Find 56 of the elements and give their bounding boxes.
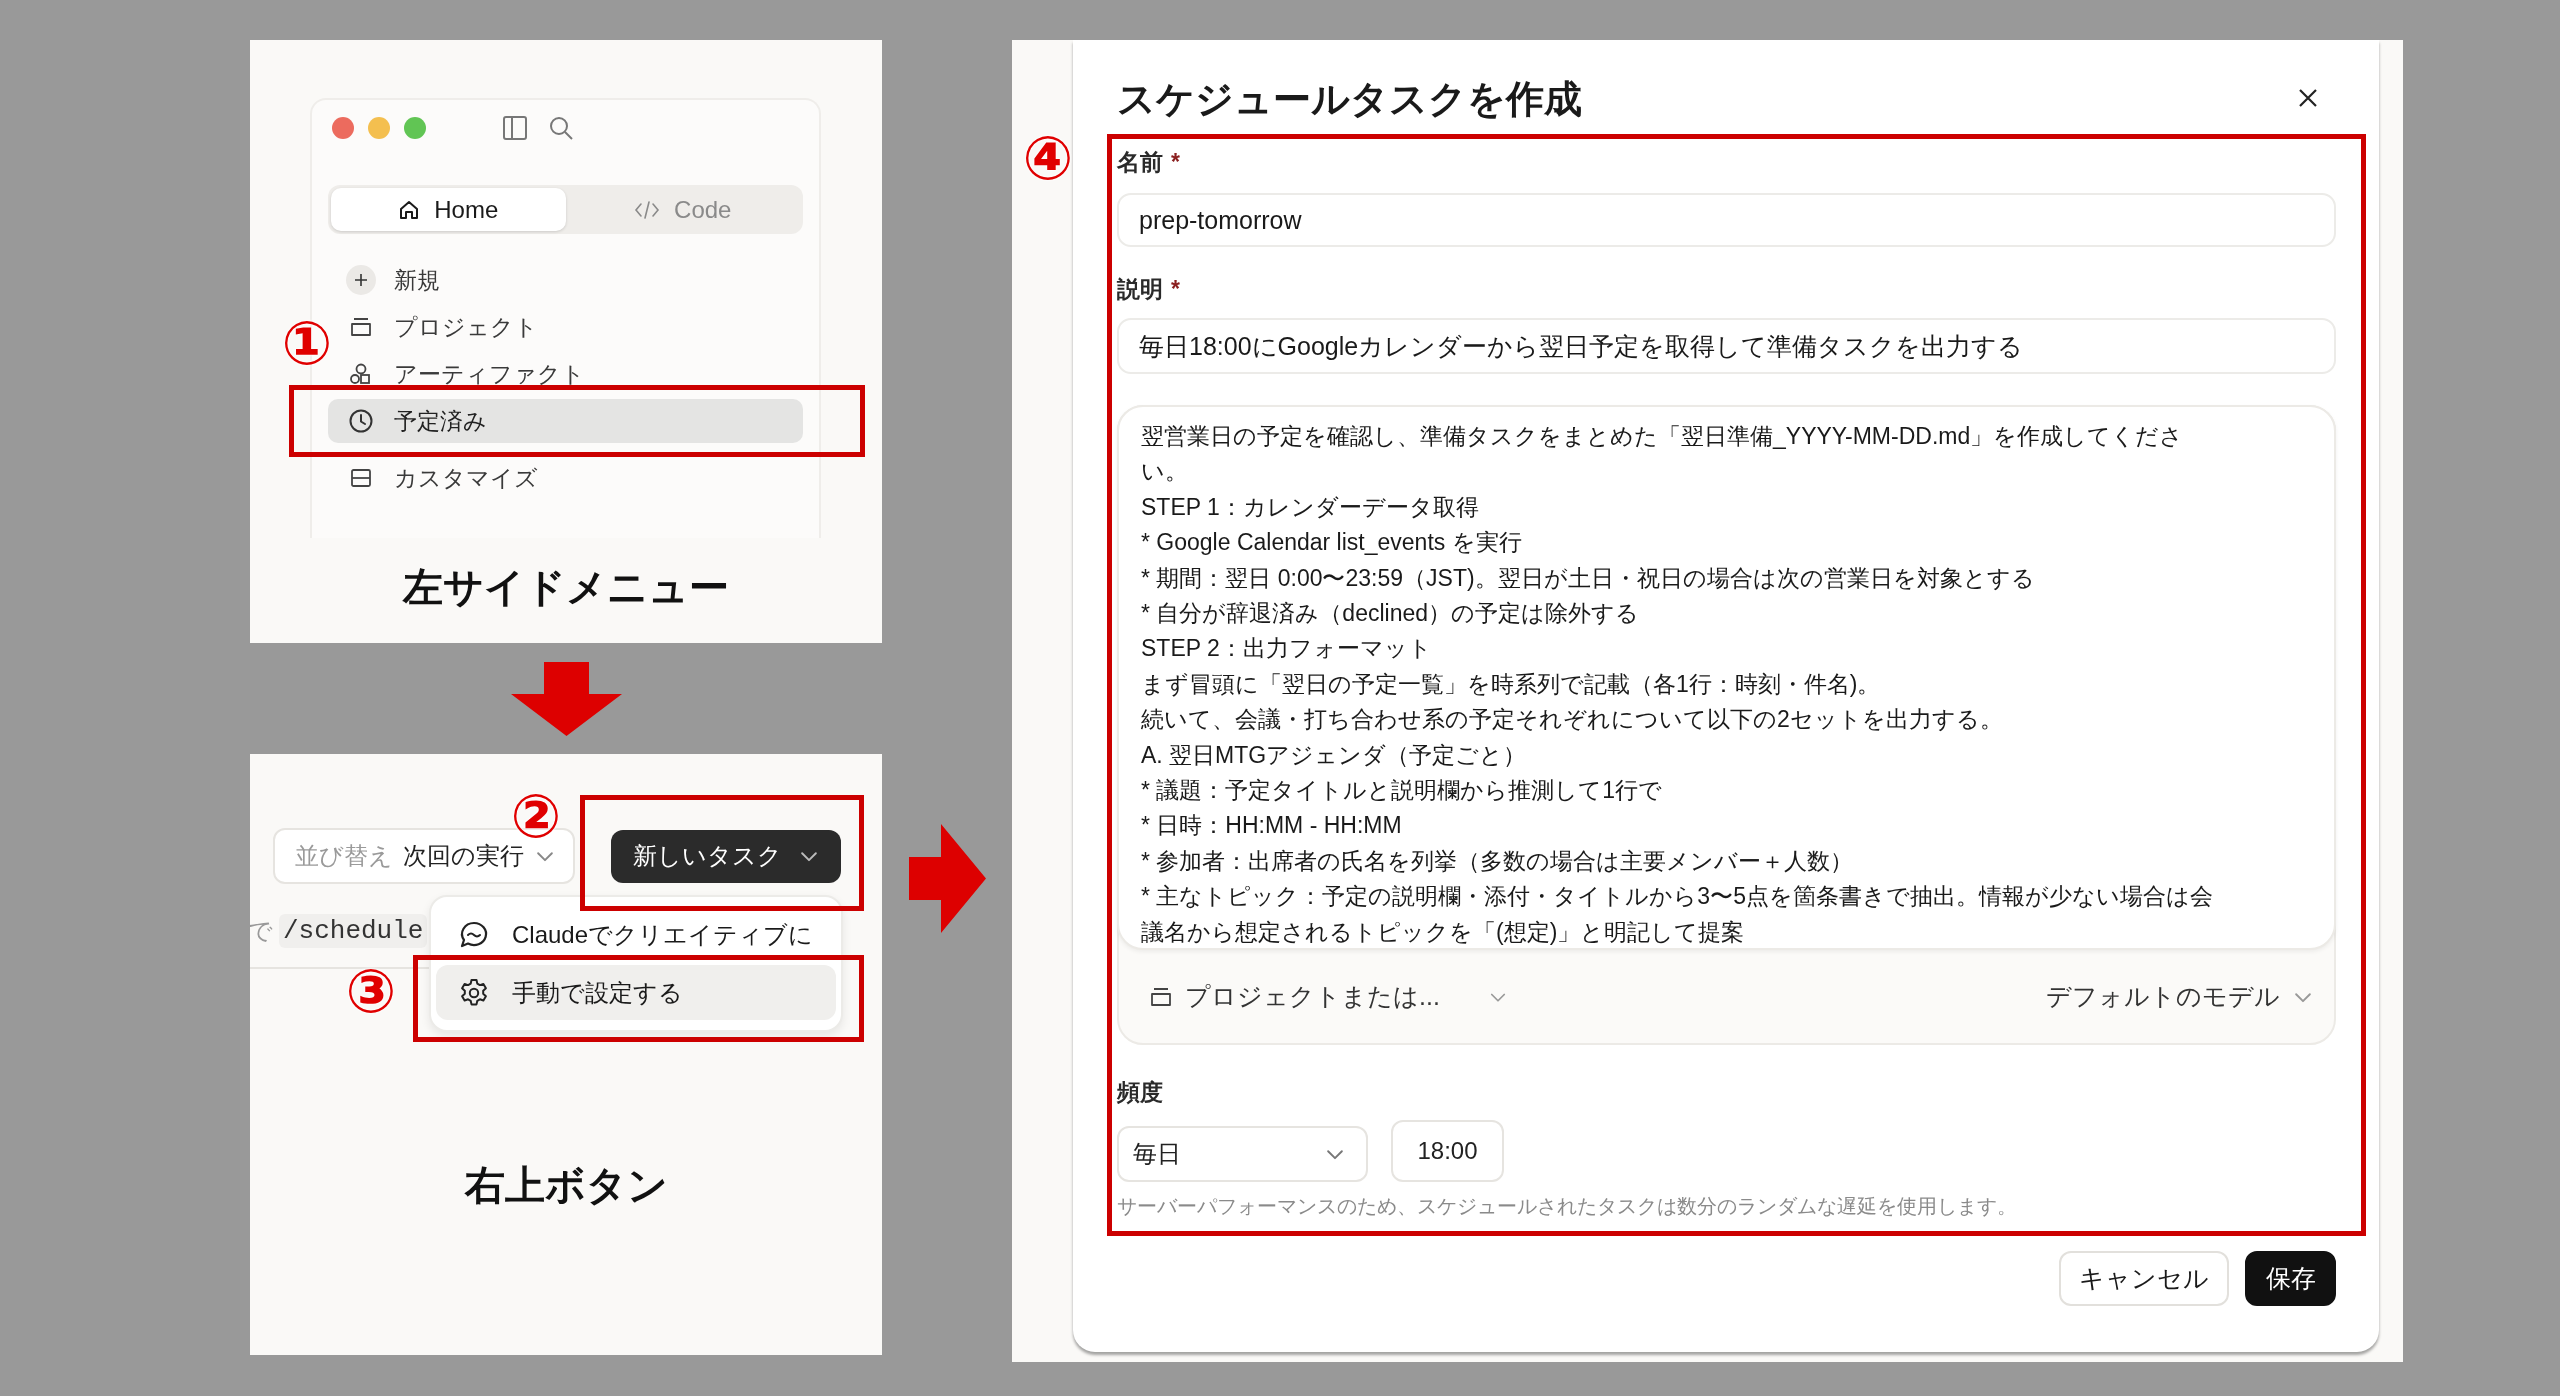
text-field[interactable]: prep-tomorrow xyxy=(1117,193,2336,247)
prompt-line: 翌営業日の予定を確認し、準備タスクをまとめた「翌日準備_YYYY-MM-DD.md」を作成してくださ xyxy=(1141,422,2185,451)
model-picker[interactable]: デフォルトのモデル xyxy=(2046,980,2314,1013)
required-mark: * xyxy=(1171,148,1180,176)
plus-icon xyxy=(346,265,376,295)
prompt-line: STEP 1：カレンダーデータ取得 xyxy=(1141,492,1480,522)
prompt-line: * 日時：HH:MM - HH:MM xyxy=(1141,811,1403,841)
right-arrow-icon xyxy=(908,824,986,933)
field-label: 説明 xyxy=(1117,274,1163,304)
close-window-button[interactable] xyxy=(332,117,354,139)
prompt-line: い。 xyxy=(1141,457,1189,487)
frequency-dropdown[interactable]: 毎日 xyxy=(1117,1126,1368,1182)
project-picker[interactable]: プロジェクトまたは... xyxy=(1149,980,1508,1013)
sidebar-item[interactable]: カスタマイズ xyxy=(328,456,803,500)
down-arrow-icon xyxy=(510,661,622,736)
menu-item[interactable]: 手動で設定する xyxy=(436,965,836,1020)
step-number: ③ xyxy=(345,961,397,1021)
tab[interactable]: Home xyxy=(331,188,566,231)
search-icon[interactable] xyxy=(548,115,574,141)
step-number: ④ xyxy=(1022,128,1074,188)
hint-text: で xyxy=(250,916,273,946)
prompt-line: * Google Calendar list_events を実行 xyxy=(1141,528,1523,558)
sidebar-icon[interactable] xyxy=(502,115,528,141)
sidebar-item[interactable]: 新規 xyxy=(328,258,803,302)
help-text: サーバーパフォーマンスのため、スケジュールされたタスクは数分のランダムな遅延を使用します。 xyxy=(1117,1194,2018,1219)
prompt-line: * 期間：翌日 0:00〜23:59（JST)。翌日が土日・祝日の場合は次の営業日を対象とする xyxy=(1141,563,2036,593)
save-button[interactable]: 保存 xyxy=(2245,1251,2336,1306)
field-label: 頻度 xyxy=(1117,1077,1163,1107)
prompt-line: * 参加者：出席者の氏名を列挙（多数の場合は主要メンバー＋人数） xyxy=(1141,846,1855,876)
tray-icon xyxy=(1149,985,1173,1008)
prompt-line: STEP 2：出力フォーマット xyxy=(1141,634,1433,664)
required-mark: * xyxy=(1171,275,1180,303)
prompt-line: まず冒頭に「翌日の予定一覧」を時系列で記載（各1行：時刻・件名)。 xyxy=(1141,669,1882,699)
shapes-icon xyxy=(349,362,373,386)
code-icon xyxy=(634,199,661,220)
time-field[interactable]: 18:00 xyxy=(1391,1120,1504,1182)
cancel-button[interactable]: キャンセル xyxy=(2059,1251,2229,1306)
sidebar-item[interactable]: 予定済み xyxy=(328,399,803,443)
home-icon xyxy=(398,198,421,221)
text-field[interactable]: 毎日18:00にGoogleカレンダーから翌日予定を取得して準備タスクを出力する xyxy=(1117,318,2336,374)
prompt-line: * 主なトピック：予定の説明欄・添付・タイトルから3〜5点を箇条書きで抽出。情報が少ない場合は会 xyxy=(1141,882,2214,912)
dialog-title: スケジュールタスクを作成 xyxy=(1117,76,1582,122)
prompt-line: 議名から想定されるトピックを「(想定)」と明記して提案 xyxy=(1141,917,1746,947)
menu-item[interactable]: Claudeでクリエイティブに xyxy=(436,907,836,962)
caption: 左サイドメニュー xyxy=(401,563,730,612)
prompt-line: A. 翌日MTGアジェンダ（予定ごと） xyxy=(1141,740,1528,770)
clock-icon xyxy=(348,408,374,434)
new-task-button[interactable]: 新しいタスク xyxy=(611,829,841,883)
field-label: 名前 xyxy=(1117,147,1163,177)
prompt-line: 続いて、会議・打ち合わせ系の予定それぞれについて以下の2セットを出力する。 xyxy=(1141,705,2004,735)
caption: 右上ボタン xyxy=(463,1161,669,1210)
layout-icon xyxy=(349,467,373,489)
tray-icon xyxy=(349,316,373,338)
prompt-line: * 自分が辞退済み（declined）の予定は除外する xyxy=(1141,599,1641,629)
command-text: /schedule xyxy=(279,914,428,948)
prompt-line: * 議題：予定タイトルと説明欄から推測して1行で xyxy=(1141,776,1664,806)
